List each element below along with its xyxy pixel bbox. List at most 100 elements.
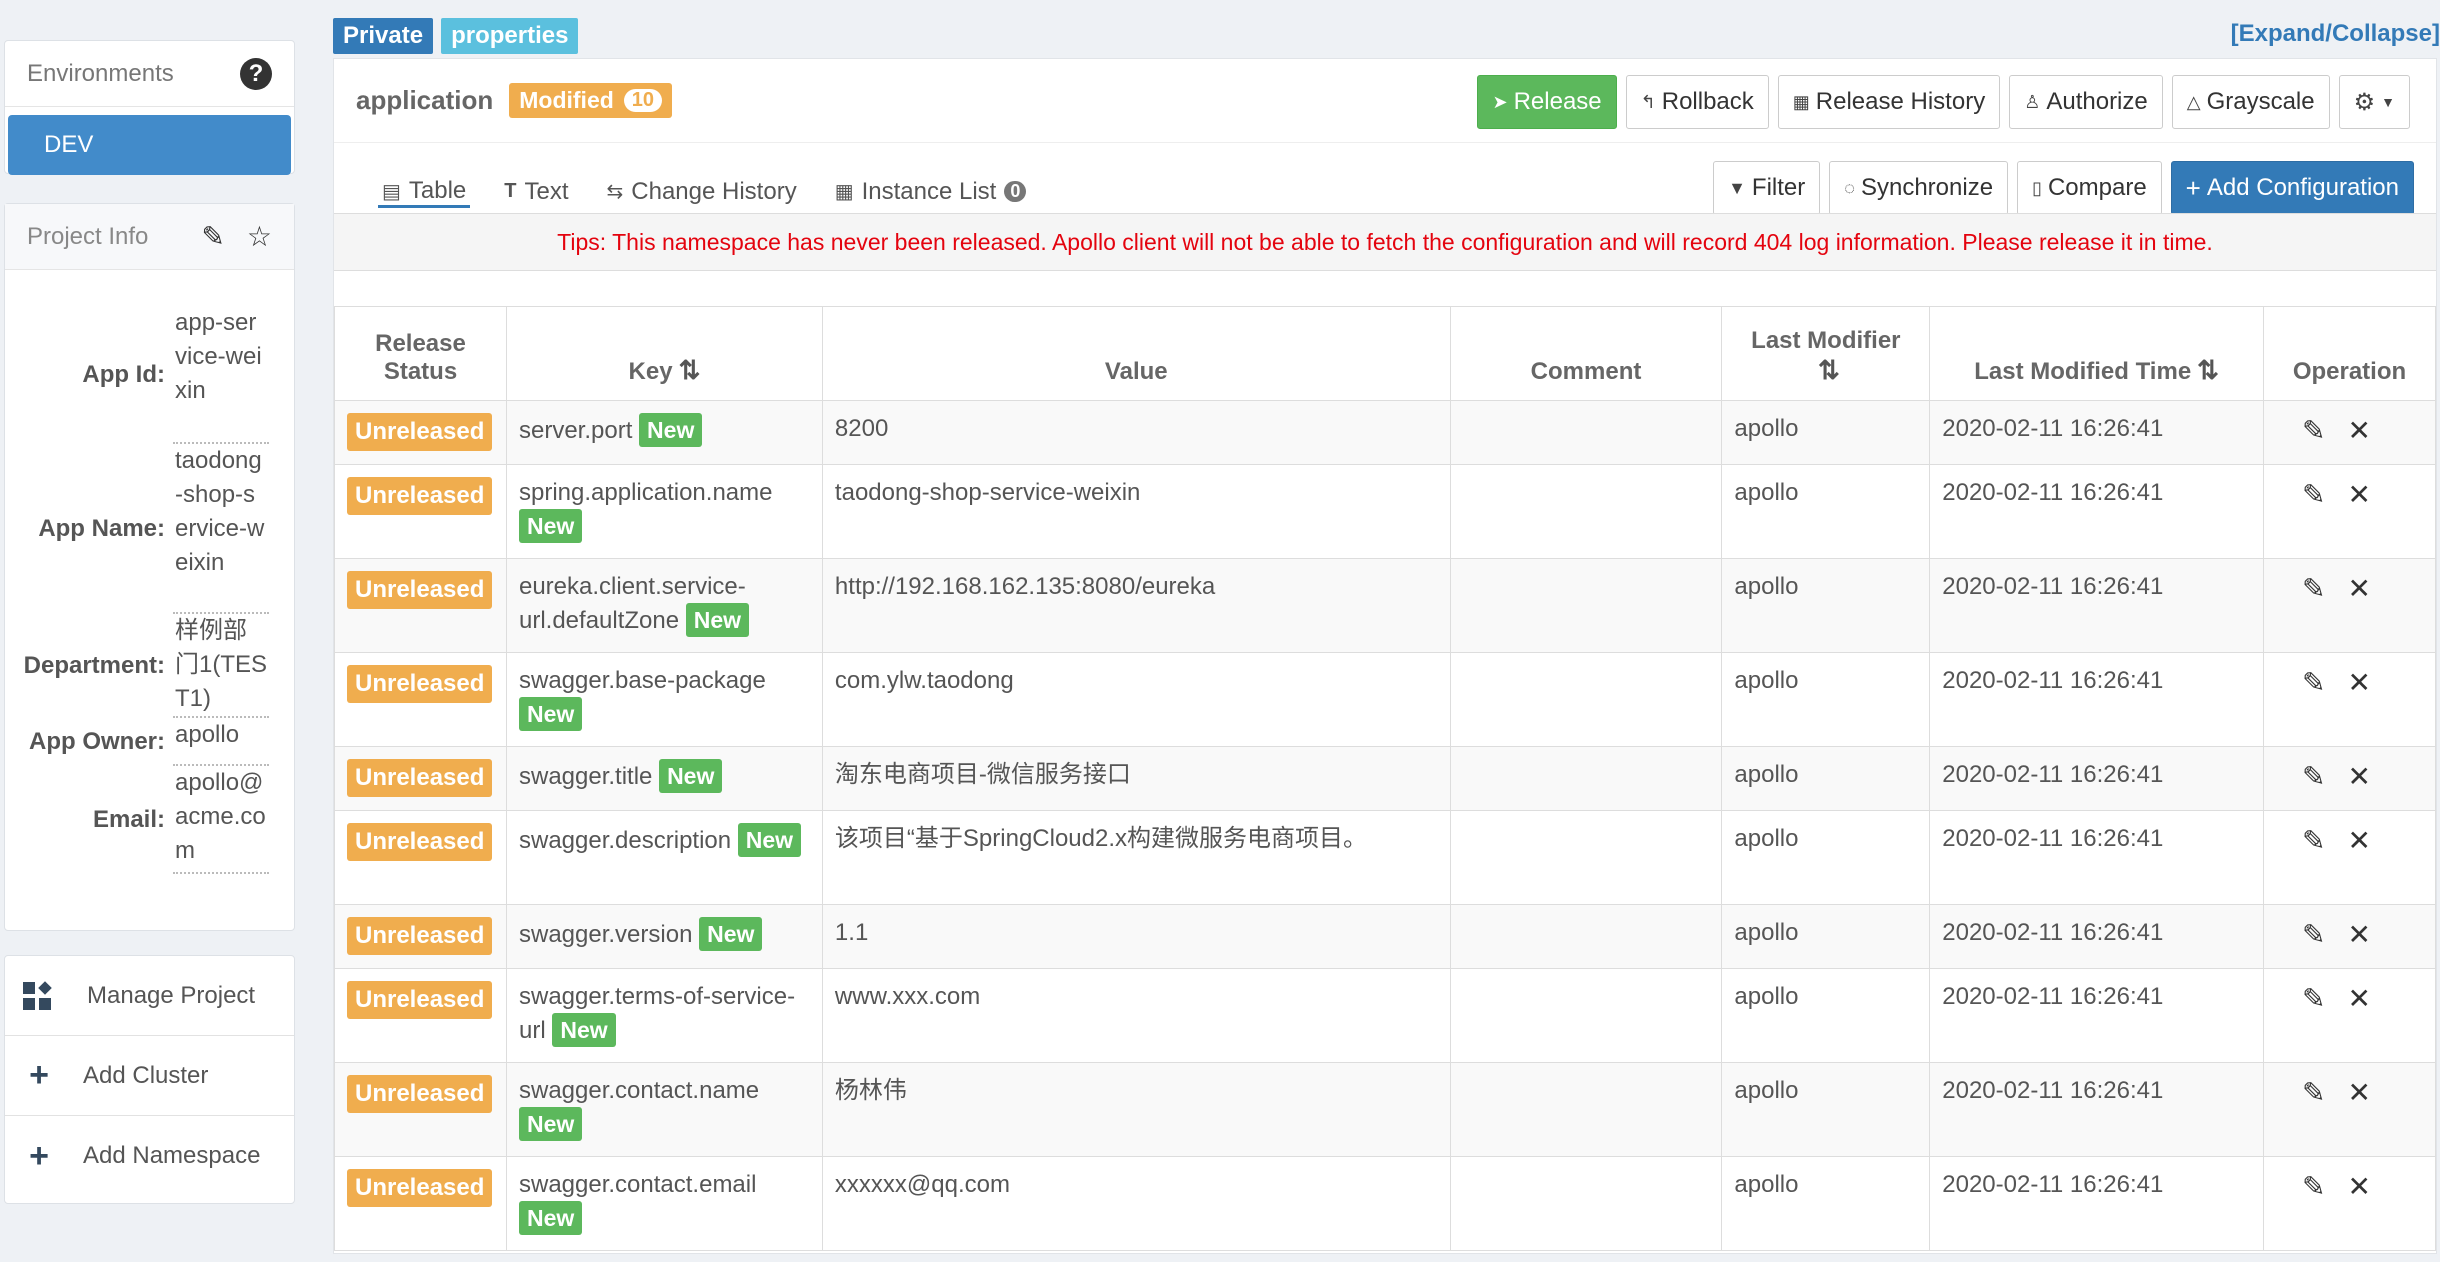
status-cell: Unreleased: [334, 464, 507, 559]
new-badge: New: [518, 1107, 583, 1141]
comment-cell: [1449, 1156, 1723, 1251]
tab-change-history[interactable]: ⇆ Change History: [603, 177, 801, 208]
time-cell: 2020-02-11 16:26:41: [1929, 1156, 2264, 1251]
operation-cell: ✎ ✕: [2262, 968, 2437, 1063]
edit-icon[interactable]: ✎: [2302, 1077, 2325, 1109]
delete-icon[interactable]: ✕: [2347, 573, 2370, 605]
add-cluster-button[interactable]: + Add Cluster: [5, 1036, 294, 1116]
compare-button[interactable]: ▯ Compare: [2017, 161, 2162, 215]
tab-table[interactable]: ▤ Table: [378, 177, 471, 208]
info-value: apollo: [173, 718, 269, 766]
delete-icon[interactable]: ✕: [2347, 1077, 2370, 1109]
edit-icon[interactable]: ✎: [2302, 479, 2325, 511]
sort-icon[interactable]: ⇅: [2197, 355, 2219, 385]
key-cell: swagger.contact.name New: [505, 1062, 823, 1157]
value-cell: 淘东电商项目-微信服务接口: [821, 746, 1451, 811]
expand-collapse-link[interactable]: [Expand/Collapse]: [2231, 20, 2440, 48]
info-row-app-owner: App Owner: apollo: [5, 718, 294, 766]
delete-icon[interactable]: ✕: [2347, 919, 2370, 951]
value-cell: xxxxxx@qq.com: [821, 1156, 1451, 1251]
delete-icon[interactable]: ✕: [2347, 761, 2370, 793]
col-key[interactable]: Key ⇅: [505, 306, 823, 401]
synchronize-button[interactable]: ◌ Synchronize: [1829, 161, 2009, 215]
filter-icon: ▼: [1728, 177, 1746, 198]
col-comment: Comment: [1449, 306, 1723, 401]
delete-icon[interactable]: ✕: [2347, 1171, 2370, 1203]
time-cell: 2020-02-11 16:26:41: [1929, 968, 2264, 1063]
list-icon: ▦: [834, 181, 854, 203]
sort-icon[interactable]: ⇅: [679, 355, 701, 385]
filter-button[interactable]: ▼ Filter: [1713, 161, 1821, 215]
edit-icon[interactable]: ✎: [201, 220, 224, 253]
col-value: Value: [821, 306, 1451, 401]
info-row-email: Email: apollo@acme.com: [5, 766, 294, 874]
action-label: Add Cluster: [83, 1061, 209, 1089]
edit-icon[interactable]: ✎: [2302, 761, 2325, 793]
status-cell: Unreleased: [334, 746, 507, 811]
config-key: swagger.title: [518, 763, 653, 790]
edit-icon[interactable]: ✎: [2302, 825, 2325, 857]
add-namespace-button[interactable]: + Add Namespace: [5, 1116, 294, 1196]
table-row: Unreleased swagger.base-package New com.yl…: [334, 652, 2437, 747]
table-row: Unreleased swagger.description New 该项目“基于S…: [334, 810, 2437, 905]
compare-label: Compare: [2047, 174, 2147, 201]
modifier-cell: apollo: [1721, 558, 1931, 653]
time-cell: 2020-02-11 16:26:41: [1929, 904, 2264, 969]
modifier-cell: apollo: [1721, 400, 1931, 465]
action-label: Add Namespace: [83, 1142, 261, 1169]
key-cell: swagger.version New: [505, 904, 823, 969]
edit-icon[interactable]: ✎: [2302, 573, 2325, 605]
info-label: Email:: [92, 806, 165, 833]
tab-instance-list[interactable]: ▦ Instance List 0: [831, 177, 1031, 208]
delete-icon[interactable]: ✕: [2347, 667, 2370, 699]
value-cell: www.xxx.com: [821, 968, 1451, 1063]
edit-icon[interactable]: ✎: [2302, 919, 2325, 951]
unreleased-badge: Unreleased: [347, 823, 493, 861]
edit-icon[interactable]: ✎: [2302, 1171, 2325, 1203]
config-key: swagger.contact.name: [518, 1077, 760, 1104]
star-icon[interactable]: ☆: [247, 220, 272, 253]
key-cell: swagger.base-package New: [505, 652, 823, 747]
col-release-status: Release Status: [334, 306, 507, 401]
help-icon[interactable]: ?: [240, 57, 272, 90]
operation-cell: ✎ ✕: [2262, 558, 2437, 653]
info-label: App Name:: [38, 515, 165, 542]
tab-text[interactable]: T Text: [500, 177, 572, 208]
value-cell: 该项目“基于SpringCloud2.x构建微服务电商项目。: [821, 810, 1451, 905]
namespace-labels: Private properties: [333, 18, 579, 54]
delete-icon[interactable]: ✕: [2347, 479, 2370, 511]
unreleased-tip: Tips: This namespace has never been rele…: [334, 213, 2436, 271]
col-last-modified-time[interactable]: Last Modified Time ⇅: [1929, 306, 2264, 401]
value-cell: taodong-shop-service-weixin: [821, 464, 1451, 559]
delete-icon[interactable]: ✕: [2347, 983, 2370, 1015]
sort-icon[interactable]: ⇅: [1818, 355, 1840, 385]
add-configuration-button[interactable]: + Add Configuration: [2170, 161, 2414, 215]
delete-icon[interactable]: ✕: [2347, 825, 2370, 857]
table-row: Unreleased eureka.client.service-url.defa…: [334, 558, 2437, 653]
col-last-modifier[interactable]: Last Modifier ⇅: [1721, 306, 1931, 401]
table-row: Unreleased swagger.terms-of-service-url N…: [334, 968, 2437, 1063]
status-cell: Unreleased: [334, 652, 507, 747]
private-label: Private: [333, 18, 434, 54]
config-key: swagger.description: [518, 827, 732, 854]
env-item-dev[interactable]: DEV: [8, 115, 291, 175]
time-cell: 2020-02-11 16:26:41: [1929, 558, 2264, 653]
table-row: Unreleased swagger.version New 1.1 apollo 20…: [334, 904, 2437, 969]
edit-icon[interactable]: ✎: [2302, 983, 2325, 1015]
unreleased-badge: Unreleased: [347, 917, 493, 955]
edit-icon[interactable]: ✎: [2302, 415, 2325, 447]
manage-project-button[interactable]: Manage Project: [5, 956, 294, 1036]
operation-cell: ✎ ✕: [2262, 400, 2437, 465]
time-cell: 2020-02-11 16:26:41: [1929, 746, 2264, 811]
delete-icon[interactable]: ✕: [2347, 415, 2370, 447]
plus-icon: +: [29, 1056, 49, 1094]
new-badge: New: [518, 1201, 583, 1235]
key-cell: server.port New: [505, 400, 823, 465]
table-row: Unreleased swagger.contact.name New 杨林伟 apo…: [334, 1062, 2437, 1157]
key-cell: swagger.terms-of-service-url New: [505, 968, 823, 1063]
table-row: Unreleased server.port New 8200 apollo 2020-…: [334, 400, 2437, 465]
operation-cell: ✎ ✕: [2262, 1156, 2437, 1251]
info-row-app-id: App Id: app-service-weixin: [5, 306, 294, 444]
add-configuration-label: Add Configuration: [2206, 174, 2399, 201]
edit-icon[interactable]: ✎: [2302, 667, 2325, 699]
